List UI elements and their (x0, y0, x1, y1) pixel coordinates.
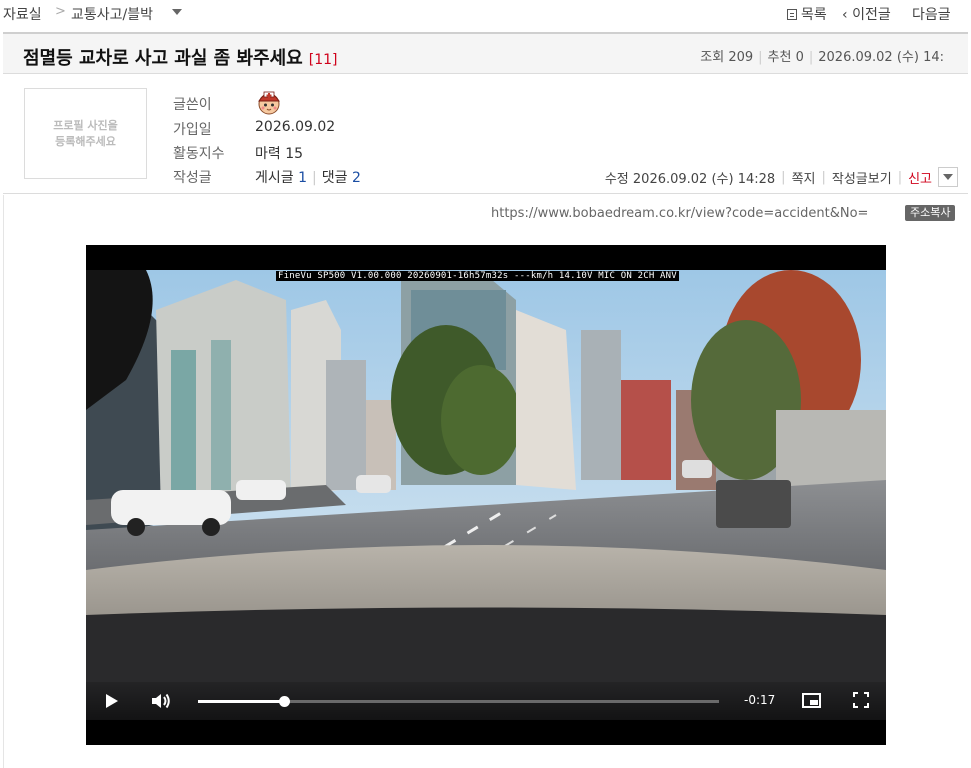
breadcrumb-root[interactable]: 자료실 (3, 4, 42, 24)
divider: | (781, 169, 786, 185)
avatar[interactable] (255, 88, 283, 116)
next-post-link[interactable]: 다음글 (912, 4, 951, 24)
recommend-count: 0 (795, 50, 804, 65)
posts-summary: 게시글 1 | 댓글 2 (255, 167, 361, 187)
joined-date: 2026.09.02 (255, 119, 336, 135)
more-dropdown-button[interactable] (938, 167, 958, 187)
posts-name: 게시글 (255, 170, 294, 186)
list-icon (787, 8, 797, 20)
progress-fill (198, 700, 284, 703)
volume-icon[interactable] (150, 691, 172, 711)
post-content: https://www.bobaedream.co.kr/view?code=a… (3, 195, 968, 768)
activity-value: 마력 15 (255, 143, 303, 163)
progress-handle[interactable] (278, 696, 290, 707)
profile-placeholder-text: 프로필 사진을 (53, 118, 118, 132)
dashcam-osd-text: FineVu SP500 V1.00.000 20260901-16h57m32… (276, 271, 679, 281)
dashcam-video-frame (86, 270, 886, 720)
post-date: 2026.09.02 (수) 14: (818, 50, 944, 65)
prev-post-label: 이전글 (852, 7, 891, 23)
list-label: 목록 (801, 7, 827, 23)
divider: | (821, 169, 826, 185)
view-posts-button[interactable]: 작성글보기 (832, 168, 892, 187)
profile-placeholder-text: 등록해주세요 (55, 134, 116, 148)
list-link[interactable]: 목록 (787, 4, 827, 24)
breadcrumb-separator: > (55, 4, 66, 19)
caret-down-icon[interactable] (172, 9, 182, 15)
comment-count[interactable]: [11] (309, 52, 338, 68)
video-player[interactable]: FineVu SP500 V1.00.000 20260901-16h57m32… (86, 245, 886, 745)
message-button[interactable]: 쪽지 (792, 168, 816, 187)
divider: | (758, 50, 763, 65)
posts-count[interactable]: 1 (298, 170, 307, 186)
play-icon[interactable] (106, 694, 118, 708)
recommend-label: 추천 (767, 50, 792, 65)
edited-timestamp: 수정 2026.09.02 (수) 14:28 (604, 171, 776, 187)
writer-label: 글쓴이 (173, 97, 212, 113)
report-button[interactable]: 신고 (908, 168, 932, 187)
post-title-wrap: 점멸등 교차로 사고 과실 좀 봐주세요 [11] (23, 44, 337, 70)
post-url: https://www.bobaedream.co.kr/view?code=a… (491, 206, 869, 221)
post-title: 점멸등 교차로 사고 과실 좀 봐주세요 (23, 48, 303, 69)
views-label: 조회 (700, 50, 725, 65)
post-actions: 수정 2026.09.02 (수) 14:28 | 쪽지 | 작성글보기 | 신… (605, 167, 958, 187)
breadcrumb-category[interactable]: 교통사고/블박 (71, 4, 153, 24)
picture-in-picture-icon[interactable] (802, 693, 821, 708)
profile-photo-placeholder: 프로필 사진을등록해주세요 (24, 88, 147, 179)
chevron-down-icon (943, 174, 953, 180)
posts-label: 작성글 (173, 170, 212, 186)
divider: | (808, 50, 814, 65)
comments-count[interactable]: 2 (352, 170, 361, 186)
divider: | (312, 170, 317, 186)
progress-bar[interactable] (198, 696, 719, 707)
fullscreen-icon[interactable] (853, 692, 869, 708)
activity-name: 마력 (255, 146, 281, 162)
copy-url-button[interactable]: 주소복사 (905, 205, 956, 221)
video-controls: -0:17 (86, 682, 886, 720)
top-bar: 자료실 > 교통사고/블박 목록 ‹ 이전글 다음글 (0, 0, 971, 30)
prev-post-link[interactable]: ‹ 이전글 (842, 4, 891, 24)
comments-name: 댓글 (321, 170, 348, 186)
joined-label: 가입일 (173, 122, 212, 138)
post-stats: 조회 209 | 추천 0 | 2026.09.02 (수) 14: (700, 46, 944, 65)
activity-label: 활동지수 (173, 146, 225, 162)
author-info: 프로필 사진을등록해주세요 글쓴이 가입일 2026.09.02 활동지수 마력… (3, 74, 968, 194)
post-title-bar: 점멸등 교차로 사고 과실 좀 봐주세요 [11] 조회 209 | 추천 0 | 202… (3, 32, 968, 74)
views-count: 209 (728, 50, 754, 65)
time-remaining: -0:17 (744, 693, 776, 707)
divider: | (897, 169, 903, 185)
activity-number: 15 (285, 146, 304, 162)
